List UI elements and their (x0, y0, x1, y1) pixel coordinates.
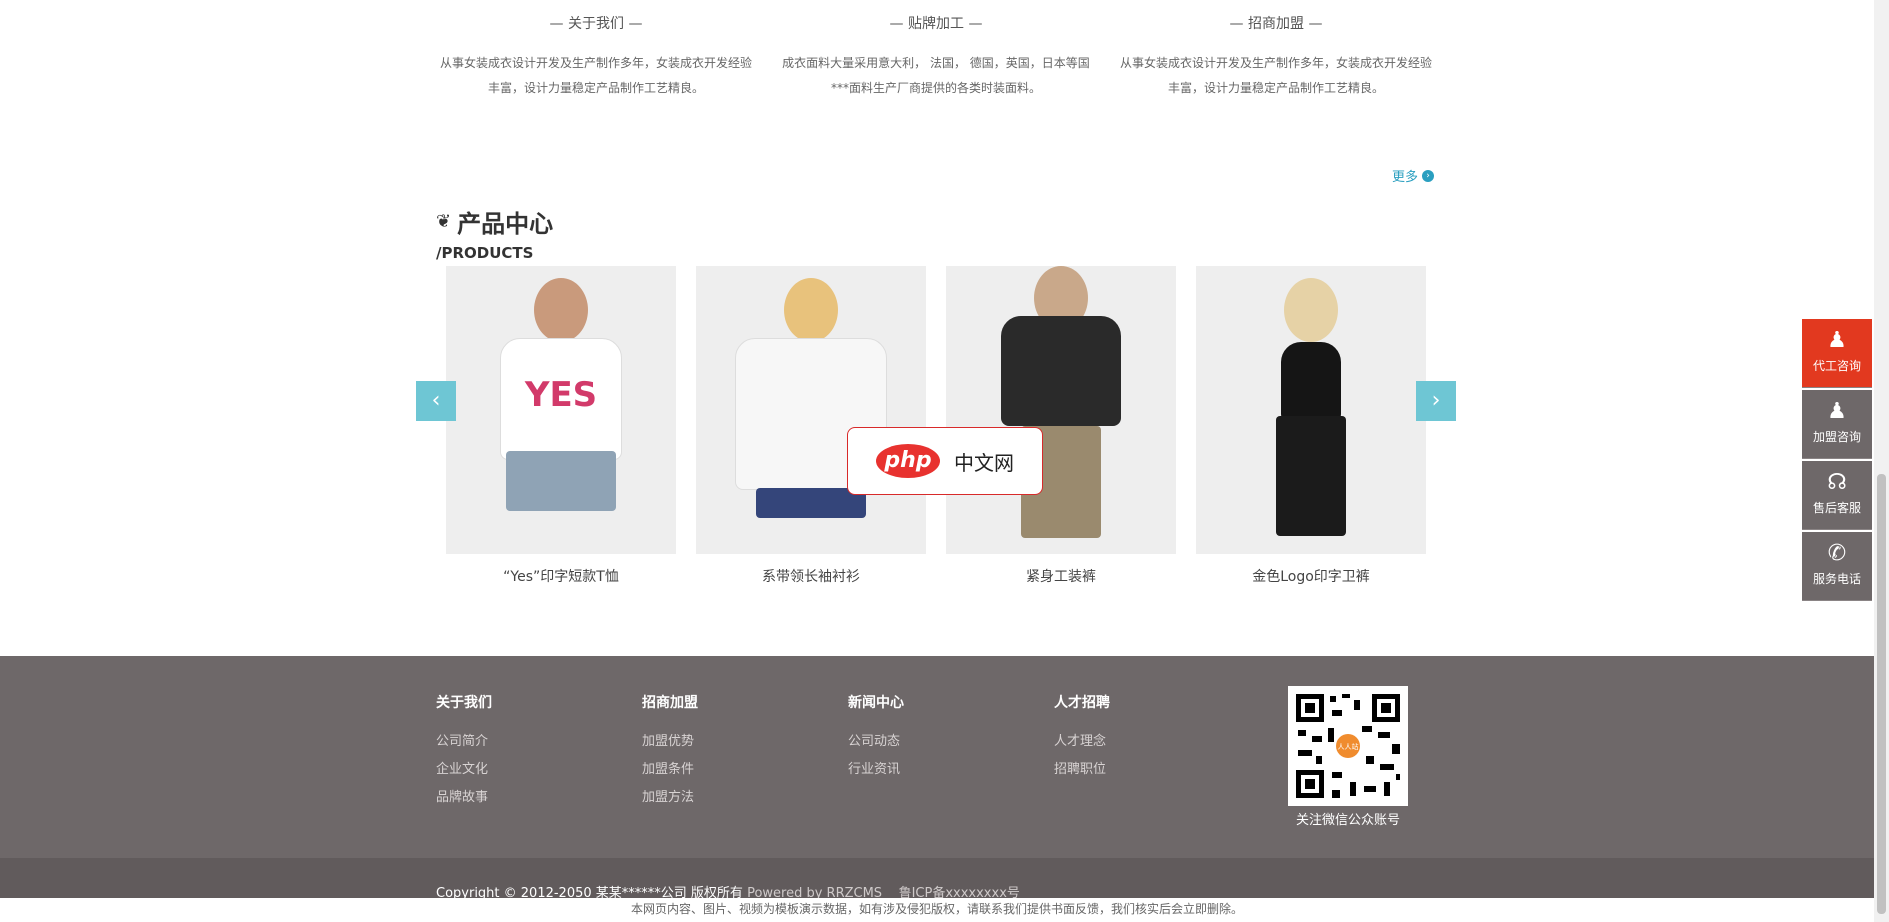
carousel-prev-button[interactable]: ‹ (416, 381, 456, 421)
section-subtitle: /PRODUCTS (436, 244, 534, 262)
product-card[interactable]: YES “Yes”印字短款T恤 (446, 266, 676, 586)
footer-link[interactable]: 企业文化 (436, 758, 596, 777)
yes-print: YES (524, 375, 598, 415)
feature-strip: — 关于我们 — 从事女装成衣设计开发及生产制作多年，女装成衣开发经验丰富，设计… (436, 0, 1436, 120)
feature-text: 成衣面料大量采用意大利， 法国， 德国，英国，日本等国***面料生产厂商提供的各… (782, 56, 1090, 95)
footer-link[interactable]: 加盟方法 (642, 786, 802, 805)
service-phone[interactable]: ✆ 服务电话 (1802, 532, 1872, 601)
section-title: ❦ 产品中心 (436, 204, 553, 239)
lotus-icon: ❦ (436, 211, 452, 232)
footer-col-about: 关于我们 公司简介 企业文化 品牌故事 (436, 692, 596, 814)
product-image[interactable] (1196, 266, 1426, 554)
footer-link[interactable]: 加盟优势 (642, 730, 802, 749)
footer: 关于我们 公司简介 企业文化 品牌故事 招商加盟 加盟优势 加盟条件 加盟方法 … (0, 656, 1874, 858)
footer-link[interactable]: 加盟条件 (642, 758, 802, 777)
product-card[interactable]: 金色Logo印字卫裤 (1196, 266, 1426, 586)
qr-caption: 关注微信公众账号 (1295, 813, 1400, 828)
php-watermark-text: 中文网 (954, 450, 1014, 475)
qr-center-label: 人人站 (1338, 742, 1359, 751)
product-top (1001, 316, 1121, 426)
footer-col-title: 关于我们 (436, 695, 492, 711)
service-label: 服务电话 (1812, 572, 1861, 586)
chevron-left-icon: ‹ (431, 388, 441, 413)
service-label: 加盟咨询 (1812, 430, 1861, 444)
more-link[interactable]: 更多 › (1392, 166, 1435, 185)
carousel-next-button[interactable]: › (1416, 381, 1456, 421)
product-card[interactable]: 紧身工装裤 (946, 266, 1176, 586)
more-label: 更多 (1392, 170, 1419, 185)
footer-col-franchise: 招商加盟 加盟优势 加盟条件 加盟方法 (642, 692, 802, 814)
footer-link[interactable]: 品牌故事 (436, 786, 596, 805)
feature-oem: — 贴牌加工 — 成衣面料大量采用意大利， 法国， 德国，英国，日本等国***面… (776, 0, 1096, 120)
copyright-bar: Copyright © 2012-2050 某某******公司 版权所有 Po… (0, 858, 1874, 901)
product-bottom (1276, 416, 1346, 536)
qr-code-icon: 人人站 (1296, 694, 1400, 798)
footer-col-title: 招商加盟 (642, 695, 698, 711)
footer-link[interactable]: 公司动态 (848, 730, 1008, 749)
feature-about: — 关于我们 — 从事女装成衣设计开发及生产制作多年，女装成衣开发经验丰富，设计… (436, 0, 756, 120)
feature-title: — 招商加盟 — (1229, 16, 1323, 32)
chevron-right-icon: › (1431, 388, 1441, 413)
feature-title: — 贴牌加工 — (889, 16, 983, 32)
service-label: 代工咨询 (1812, 359, 1861, 373)
product-image[interactable] (696, 266, 926, 554)
model-head (784, 278, 838, 342)
product-name[interactable]: 金色Logo印字卫裤 (1196, 566, 1426, 586)
product-bottom (506, 451, 616, 511)
scrollbar-thumb[interactable] (1877, 474, 1886, 914)
arrow-right-circle-icon: › (1422, 169, 1435, 182)
footer-link[interactable]: 人才理念 (1054, 730, 1214, 749)
section-title-text: 产品中心 (457, 210, 554, 238)
product-top (1281, 342, 1341, 422)
product-name[interactable]: 系带领长袖衬衫 (696, 566, 926, 586)
feature-text: 从事女装成衣设计开发及生产制作多年，女装成衣开发经验丰富，设计力量稳定产品制作工… (1119, 56, 1432, 95)
qq-icon: ♟ (1827, 328, 1847, 353)
footer-link[interactable]: 行业资讯 (848, 758, 1008, 777)
product-name[interactable]: 紧身工装裤 (946, 566, 1176, 586)
php-logo: php (876, 444, 940, 478)
model-head (534, 278, 588, 342)
footer-link[interactable]: 公司简介 (436, 730, 596, 749)
wechat-qr-code: 人人站 (1288, 686, 1408, 806)
feature-title: — 关于我们 — (549, 16, 643, 32)
phone-icon: ✆ (1827, 541, 1847, 566)
php-watermark[interactable]: php 中文网 (847, 427, 1043, 495)
service-franchise-consult[interactable]: ♟ 加盟咨询 (1802, 390, 1872, 459)
disclaimer: 本网页内容、图片、视频为模板演示数据，如有涉及侵犯版权，请联系我们提供书面反馈，… (0, 898, 1874, 922)
footer-col-news: 新闻中心 公司动态 行业资讯 (848, 692, 1008, 786)
model-head (1284, 278, 1338, 342)
footer-link[interactable]: 招聘职位 (1054, 758, 1214, 777)
product-card[interactable]: 系带领长袖衬衫 (696, 266, 926, 586)
qq-icon: ♟ (1827, 399, 1847, 424)
footer-col-careers: 人才招聘 人才理念 招聘职位 (1054, 692, 1214, 786)
service-label: 售后客服 (1812, 501, 1861, 515)
headset-icon: ☊ (1827, 470, 1847, 495)
feature-franchise: — 招商加盟 — 从事女装成衣设计开发及生产制作多年，女装成衣开发经验丰富，设计… (1116, 0, 1436, 120)
service-oem-consult[interactable]: ♟ 代工咨询 (1802, 319, 1872, 388)
service-after-sales[interactable]: ☊ 售后客服 (1802, 461, 1872, 530)
product-image[interactable]: YES (446, 266, 676, 554)
product-image[interactable] (946, 266, 1176, 554)
vertical-scrollbar[interactable] (1874, 0, 1889, 922)
product-top: YES (500, 338, 622, 460)
feature-text: 从事女装成衣设计开发及生产制作多年，女装成衣开发经验丰富，设计力量稳定产品制作工… (439, 56, 752, 95)
footer-col-title: 新闻中心 (848, 695, 904, 711)
footer-col-title: 人才招聘 (1054, 695, 1110, 711)
product-name[interactable]: “Yes”印字短款T恤 (446, 566, 676, 586)
